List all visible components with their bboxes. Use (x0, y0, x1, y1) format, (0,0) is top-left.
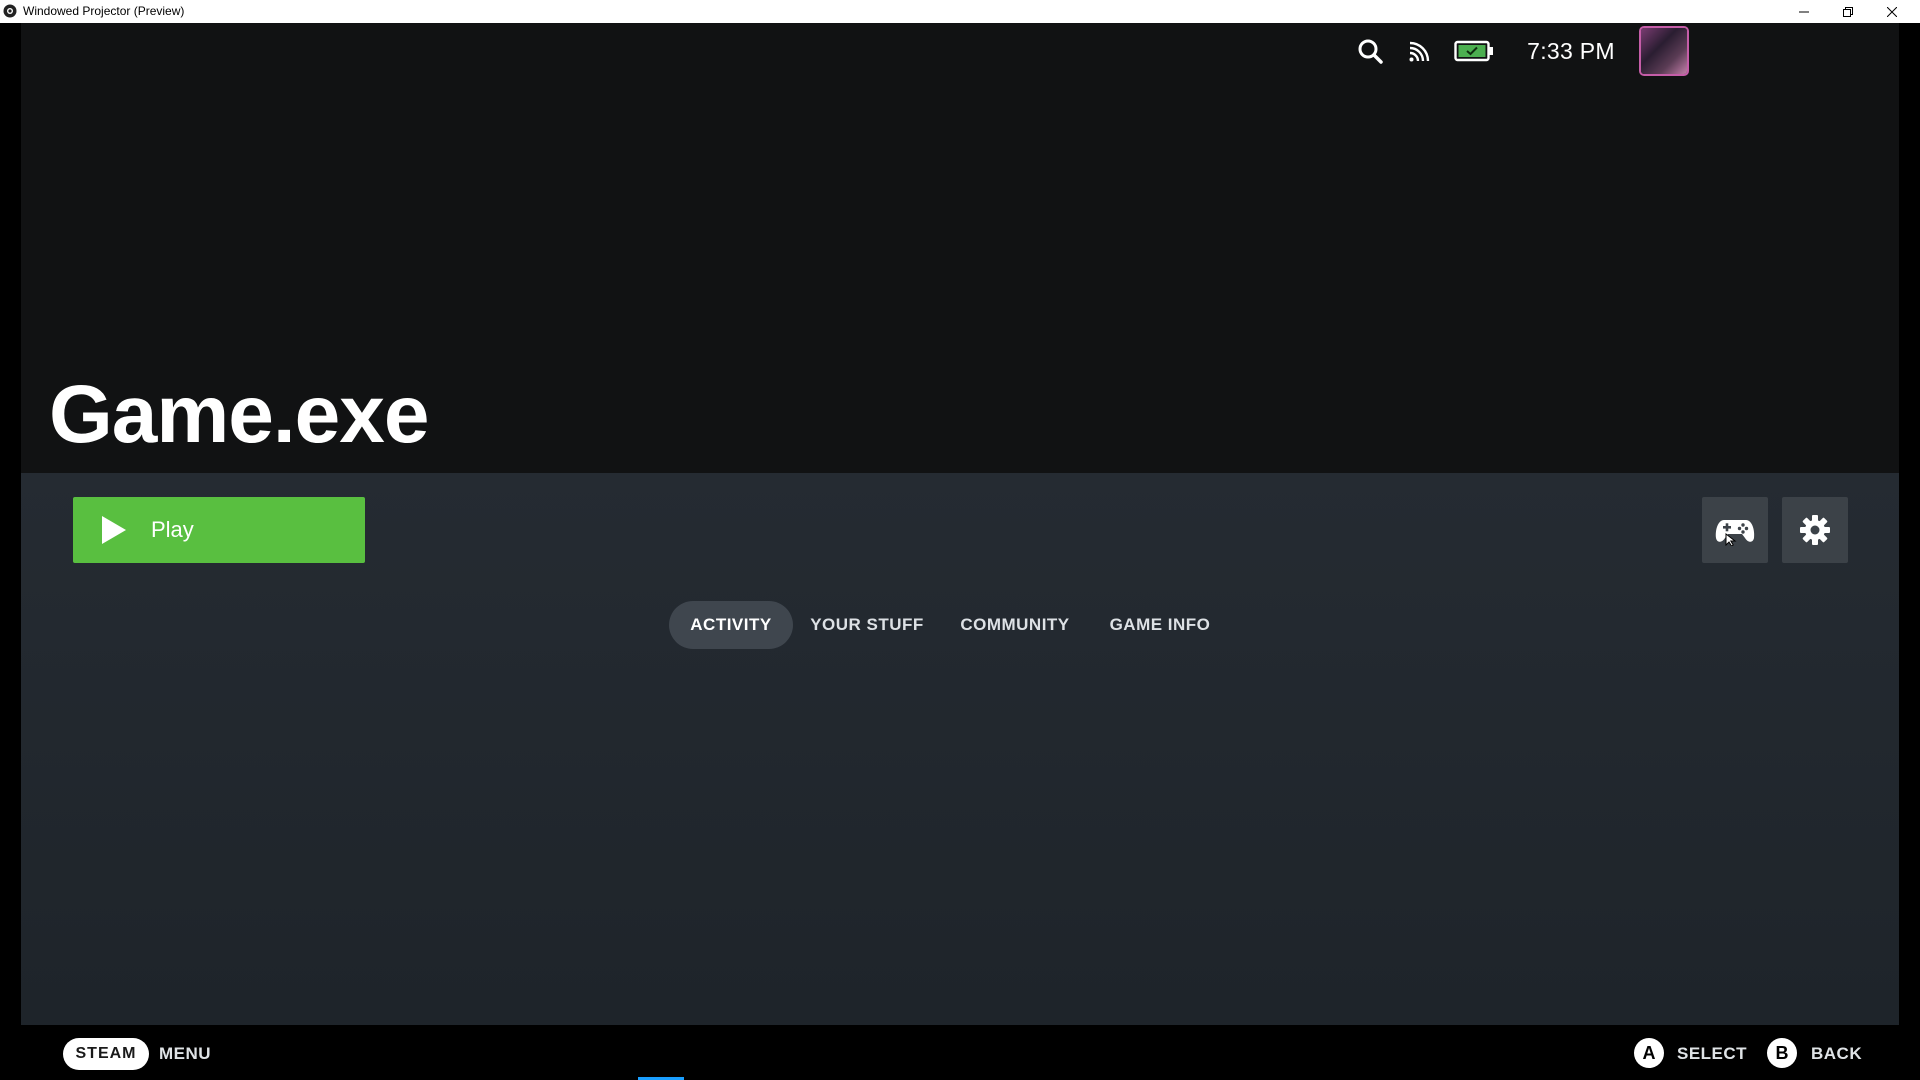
cast-icon (1409, 41, 1430, 62)
minimize-button[interactable] (1782, 0, 1826, 23)
status-bar: 7:33 PM (1299, 23, 1899, 79)
obs-app-icon (3, 4, 17, 18)
search-button[interactable] (1350, 23, 1390, 79)
close-icon (1887, 6, 1897, 17)
select-hint-label[interactable]: SELECT (1677, 1044, 1747, 1064)
b-button-icon: B (1767, 1038, 1797, 1068)
controller-icon (1715, 520, 1755, 546)
gear-icon (1800, 515, 1830, 545)
game-detail-panel: Play ACTIVITY YOUR STUFF COMMUNITY GAME … (21, 473, 1899, 1025)
battery-status[interactable] (1449, 23, 1499, 79)
play-label: Play (151, 517, 194, 542)
controller-hint-bar: STEAM MENU A SELECT B BACK (0, 1025, 1920, 1080)
tab-your-stuff[interactable]: YOUR STUFF (801, 601, 933, 649)
restore-button[interactable] (1826, 0, 1870, 23)
game-settings-button[interactable] (1782, 497, 1848, 563)
window-title-bar: Windowed Projector (Preview) (0, 0, 1920, 23)
minimize-icon (1799, 11, 1809, 12)
window-title: Windowed Projector (Preview) (23, 4, 185, 18)
menu-hint-label: MENU (159, 1044, 212, 1063)
avatar[interactable] (1641, 28, 1687, 74)
back-hint-label[interactable]: BACK (1811, 1044, 1862, 1064)
battery-icon (1454, 40, 1493, 62)
play-button[interactable]: Play (73, 497, 365, 563)
restore-icon (1843, 6, 1853, 17)
search-icon (1358, 39, 1383, 64)
cast-status[interactable] (1399, 23, 1439, 79)
game-title: Game.exe (49, 369, 429, 460)
play-icon (102, 516, 126, 544)
tab-activity[interactable]: ACTIVITY (669, 601, 793, 649)
close-button[interactable] (1870, 0, 1914, 23)
clock: 7:33 PM (1527, 37, 1615, 64)
tab-community[interactable]: COMMUNITY (945, 601, 1085, 649)
steam-button-hint[interactable]: STEAM (63, 1038, 149, 1070)
controller-settings-button[interactable] (1702, 497, 1768, 563)
steam-game-page: 7:33 PM Game.exe Play ACTIVITY YOUR STUF… (21, 23, 1899, 1025)
game-tabs: ACTIVITY YOUR STUFF COMMUNITY GAME INFO (21, 601, 1899, 649)
tab-game-info[interactable]: GAME INFO (1095, 601, 1225, 649)
a-button-icon: A (1634, 1038, 1664, 1068)
